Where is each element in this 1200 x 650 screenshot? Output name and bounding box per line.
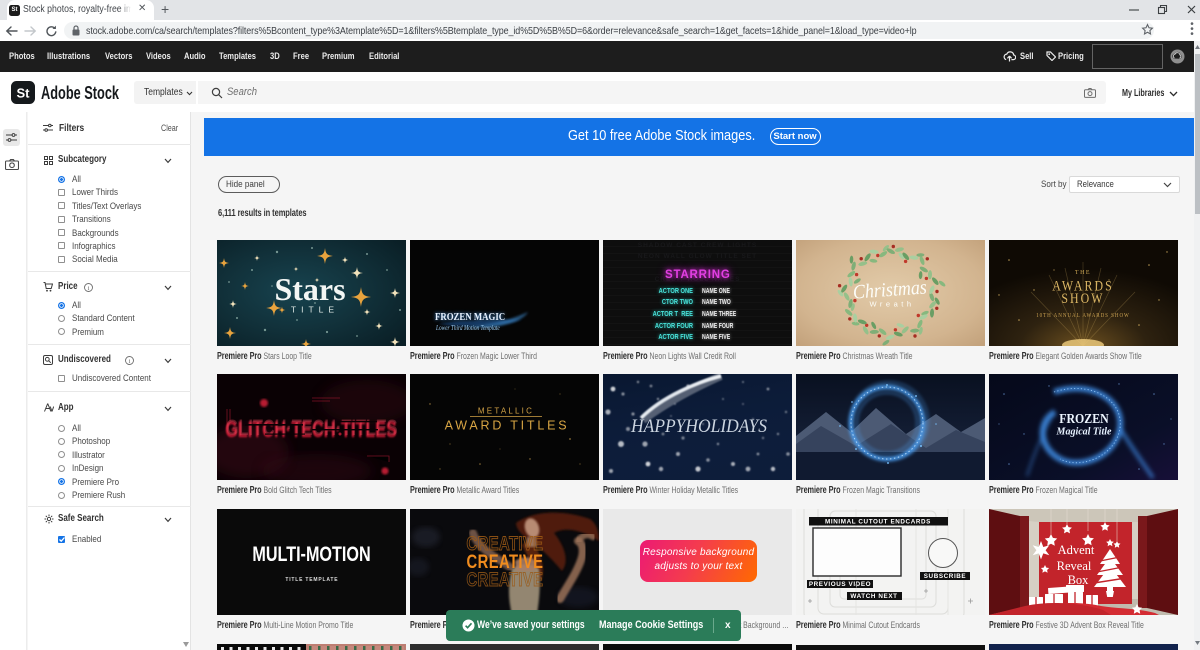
svg-text:CREATIVE: CREATIVE xyxy=(467,569,544,590)
svg-text:Stars: Stars xyxy=(275,271,346,307)
svg-text:THE: THE xyxy=(1075,270,1091,276)
svg-text:Advent: Advent xyxy=(1057,543,1094,557)
svg-text:FROZEN MAGIC: FROZEN MAGIC xyxy=(435,311,505,323)
svg-text:SHOW: SHOW xyxy=(1061,289,1104,305)
svg-text:Wreath: Wreath xyxy=(869,299,914,308)
svg-text:AWARD TITLES: AWARD TITLES xyxy=(445,419,570,433)
svg-text:10TH ANNUAL AWARDS SHOW: 10TH ANNUAL AWARDS SHOW xyxy=(1036,312,1130,319)
svg-text:WATCH NEXT: WATCH NEXT xyxy=(850,593,897,600)
svg-text:TITLE: TITLE xyxy=(291,304,339,314)
svg-text:HAPPYHOLIDAYS: HAPPYHOLIDAYS xyxy=(630,416,767,437)
svg-text:MINIMAL CUTOUT ENDCARDS: MINIMAL CUTOUT ENDCARDS xyxy=(825,519,931,526)
svg-text:Box: Box xyxy=(1067,573,1089,587)
svg-text:SUBSCRIBE: SUBSCRIBE xyxy=(924,573,967,580)
svg-text:FROZEN: FROZEN xyxy=(1059,410,1109,426)
svg-text:PREVIOUS VIDEO: PREVIOUS VIDEO xyxy=(809,581,871,588)
svg-text:St: St xyxy=(16,85,30,100)
svg-text:GLITCH·TECH·TITLES: GLITCH·TECH·TITLES xyxy=(226,416,398,441)
svg-text:Reveal: Reveal xyxy=(1056,559,1091,573)
svg-text:Lower Third Motion Template: Lower Third Motion Template xyxy=(435,324,500,332)
svg-text:METALLIC: METALLIC xyxy=(478,407,534,416)
svg-text:i: i xyxy=(88,284,90,291)
svg-text:Magical Title: Magical Title xyxy=(1055,427,1111,438)
svg-text:i: i xyxy=(129,357,131,364)
